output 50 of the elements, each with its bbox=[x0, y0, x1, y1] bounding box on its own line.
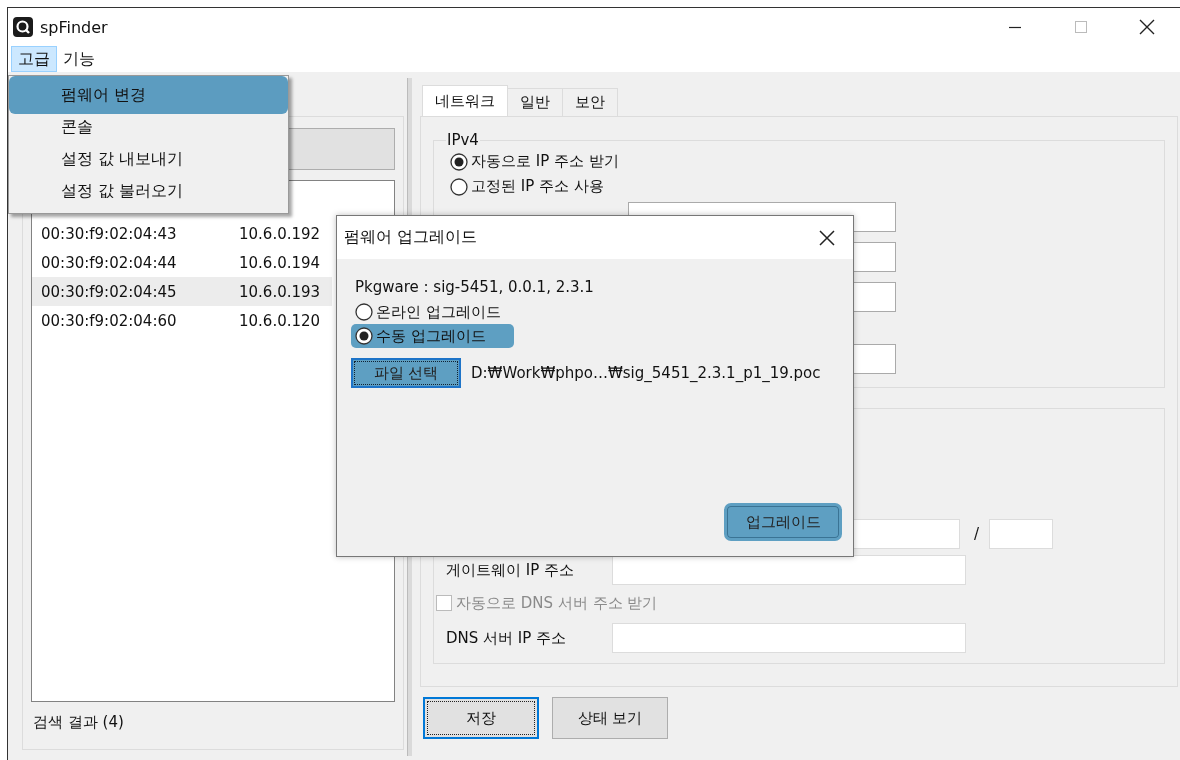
field-label: 게이트웨이 IP 주소 bbox=[446, 560, 575, 580]
separator-text: / bbox=[974, 525, 980, 543]
menu-item[interactable]: 콘솔 bbox=[9, 111, 288, 143]
radio-label[interactable]: 고정된 IP 주소 사용 bbox=[471, 177, 604, 196]
radio-button[interactable] bbox=[355, 327, 373, 345]
upgrade-button[interactable]: 업그레이드 bbox=[724, 503, 842, 541]
app-logo-icon bbox=[13, 17, 33, 37]
action-button[interactable]: 저장 bbox=[423, 697, 539, 739]
radio-label[interactable]: 수동 업그레이드 bbox=[376, 326, 486, 346]
file-path: D:₩Work₩phpo…₩sig_5451_2.3.1_p1_19.poc bbox=[471, 364, 821, 382]
menu-bar-item[interactable]: 고급 bbox=[11, 46, 57, 72]
device-row[interactable]: 00:30:f9:02:04:60 10.6.0.120 bbox=[32, 306, 332, 335]
mac-address: 00:30:f9:02:04:43 bbox=[41, 224, 178, 243]
ip-address: 10.6.0.194 bbox=[239, 253, 321, 272]
maximize-icon bbox=[1074, 20, 1088, 34]
action-button[interactable]: 상태 보기 bbox=[552, 697, 668, 739]
close-icon bbox=[819, 229, 835, 246]
ip-address: 10.6.0.192 bbox=[239, 224, 321, 243]
result-count-label: 검색 결과 (4) bbox=[33, 713, 124, 731]
radio-button[interactable] bbox=[450, 177, 468, 196]
ip-address: 10.6.0.193 bbox=[239, 282, 321, 301]
close-icon bbox=[1139, 19, 1155, 35]
mac-address: 00:30:f9:02:04:60 bbox=[41, 311, 178, 330]
radio-button[interactable] bbox=[450, 152, 468, 171]
ip-address: 10.6.0.120 bbox=[239, 311, 321, 330]
device-row[interactable]: 00:30:f9:02:04:43 10.6.0.192 bbox=[32, 219, 332, 248]
input-field[interactable] bbox=[612, 555, 966, 585]
field-label: DNS 서버 IP 주소 bbox=[446, 628, 568, 648]
menu-item[interactable]: 설정 값 불러오기 bbox=[9, 175, 288, 207]
mac-address: 00:30:f9:02:04:44 bbox=[41, 253, 178, 272]
tab[interactable]: 네트워크 bbox=[422, 85, 508, 116]
file-select-button[interactable]: 파일 선택 bbox=[351, 358, 461, 388]
menu-bar-item[interactable]: 기능 bbox=[57, 46, 101, 72]
radio-button[interactable] bbox=[355, 303, 373, 321]
menu-item[interactable]: 펌웨어 변경 bbox=[9, 76, 288, 114]
radio-option[interactable]: 온라인 업그레이드 bbox=[351, 300, 529, 324]
tab[interactable]: 보안 bbox=[562, 88, 618, 116]
package-info: Pkgware : sig-5451, 0.0.1, 2.3.1 bbox=[355, 278, 595, 296]
group-title: IPv4 bbox=[446, 131, 480, 149]
input-field[interactable] bbox=[612, 623, 966, 653]
input-field[interactable] bbox=[989, 519, 1054, 549]
radio-label[interactable]: 온라인 업그레이드 bbox=[376, 302, 501, 322]
mac-address: 00:30:f9:02:04:45 bbox=[41, 282, 178, 301]
radio-label[interactable]: 자동으로 IP 주소 받기 bbox=[471, 152, 619, 171]
device-row[interactable]: 00:30:f9:02:04:45 10.6.0.193 bbox=[32, 277, 332, 306]
window-title: spFinder bbox=[40, 17, 108, 37]
device-row[interactable]: 00:30:f9:02:04:44 10.6.0.194 bbox=[32, 248, 332, 277]
menu-item[interactable]: 설정 값 내보내기 bbox=[9, 143, 288, 175]
dialog-title: 펌웨어 업그레이드 bbox=[344, 227, 478, 248]
radio-option[interactable]: 수동 업그레이드 bbox=[351, 324, 514, 348]
